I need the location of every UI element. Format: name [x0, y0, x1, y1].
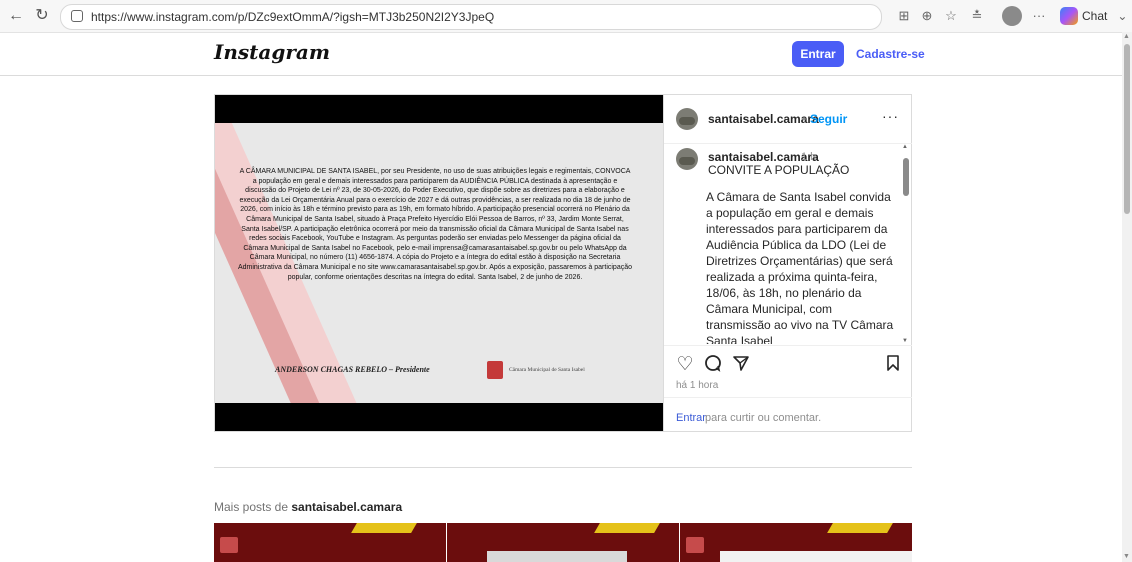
- caption-area: santaisabel.camara 1 h CONVITE A POPULAÇ…: [664, 144, 912, 344]
- thumbnail-decor: [351, 523, 417, 533]
- caption-time: 1 h: [801, 151, 817, 163]
- instagram-logo[interactable]: Instagram: [214, 40, 330, 64]
- more-posts-prefix: Mais posts de: [214, 500, 292, 514]
- thumbnail-photo: [487, 551, 627, 562]
- chat-button[interactable]: Chat ⌄: [1060, 6, 1127, 26]
- chamber-name: Câmara Municipal de Santa Isabel: [509, 367, 585, 373]
- announcement-image: A CÂMARA MUNICIPAL DE SANTA ISABEL, por …: [215, 123, 663, 403]
- announcement-text: A CÂMARA MUNICIPAL DE SANTA ISABEL, por …: [237, 168, 632, 281]
- page-scrollbar[interactable]: ▲ ▼: [1122, 32, 1132, 562]
- avatar[interactable]: [676, 148, 698, 170]
- caption-scrollbar[interactable]: ▲ ▼: [902, 144, 910, 344]
- share-icon[interactable]: [730, 354, 752, 376]
- collections-icon[interactable]: ≛: [968, 7, 986, 25]
- login-suffix: para curtir ou comentar.: [705, 412, 822, 424]
- thumbnail-decor: [827, 523, 893, 533]
- more-posts-heading: Mais posts de santaisabel.camara: [214, 500, 402, 514]
- post-thumbnail[interactable]: [447, 523, 679, 562]
- copilot-icon: [1060, 7, 1078, 25]
- thumbnail-decor: [594, 523, 660, 533]
- url-text[interactable]: https://www.instagram.com/p/DZc9extOmmA/…: [91, 10, 494, 24]
- address-bar[interactable]: https://www.instagram.com/p/DZc9extOmmA/…: [60, 4, 882, 30]
- thumbnail-logo: [220, 537, 238, 553]
- profile-icon[interactable]: [1002, 6, 1022, 26]
- follow-button[interactable]: Seguir: [810, 112, 847, 126]
- like-icon[interactable]: ♡: [674, 354, 696, 376]
- comment-icon[interactable]: [702, 354, 724, 376]
- instagram-header: Instagram Entrar Cadastre-se: [0, 33, 1122, 76]
- caption-scroll-down-icon[interactable]: ▼: [902, 338, 908, 344]
- save-icon[interactable]: [882, 354, 904, 376]
- post-thumbnail[interactable]: [680, 523, 912, 562]
- post-header: santaisabel.camara • Seguir ···: [664, 95, 912, 144]
- more-posts-username[interactable]: santaisabel.camara: [291, 500, 402, 514]
- post-age: há 1 hora: [676, 380, 719, 391]
- post-card: A CÂMARA MUNICIPAL DE SANTA ISABEL, por …: [214, 94, 912, 432]
- caption-title: CONVITE A POPULAÇÃO: [708, 163, 850, 177]
- apps-icon[interactable]: ⊞: [895, 7, 913, 25]
- avatar[interactable]: [676, 108, 698, 130]
- caption-scroll-thumb[interactable]: [903, 158, 909, 196]
- lock-icon[interactable]: [71, 10, 83, 22]
- post-sidebar: santaisabel.camara • Seguir ··· santaisa…: [663, 95, 912, 431]
- login-link[interactable]: Entrar: [676, 412, 706, 424]
- browser-toolbar: ← ↻ https://www.instagram.com/p/DZc9extO…: [0, 0, 1132, 33]
- more-icon[interactable]: ···: [1030, 7, 1048, 25]
- zoom-icon[interactable]: ⊕: [918, 7, 936, 25]
- chamber-logo: [487, 361, 503, 379]
- post-media[interactable]: A CÂMARA MUNICIPAL DE SANTA ISABEL, por …: [215, 95, 663, 431]
- thumbnail-panel: [720, 551, 912, 562]
- section-divider: [214, 467, 912, 468]
- refresh-icon[interactable]: ↻: [32, 6, 52, 26]
- scroll-up-icon[interactable]: ▲: [1123, 33, 1130, 40]
- back-icon[interactable]: ←: [6, 6, 26, 26]
- signup-link[interactable]: Cadastre-se: [856, 47, 925, 61]
- scroll-down-icon[interactable]: ▼: [1123, 553, 1130, 560]
- post-actions: ♡ há 1 hora: [664, 345, 912, 396]
- login-button[interactable]: Entrar: [792, 41, 844, 67]
- separator-dot: •: [802, 112, 807, 126]
- more-options-icon[interactable]: ···: [882, 108, 899, 124]
- signer-name: ANDERSON CHAGAS REBELO – Presidente: [275, 365, 430, 374]
- scrollbar-thumb[interactable]: [1124, 44, 1130, 214]
- favorite-icon[interactable]: ☆: [942, 7, 960, 25]
- chat-label: Chat: [1082, 9, 1108, 23]
- login-prompt: Entrar para curtir ou comentar.: [664, 397, 912, 432]
- caption-body: A Câmara de Santa Isabel convida a popul…: [706, 190, 894, 344]
- chevron-down-icon[interactable]: ⌄: [1117, 9, 1127, 23]
- thumbnail-logo: [686, 537, 704, 553]
- caption-scroll-up-icon[interactable]: ▲: [902, 144, 908, 150]
- post-thumbnail[interactable]: [214, 523, 446, 562]
